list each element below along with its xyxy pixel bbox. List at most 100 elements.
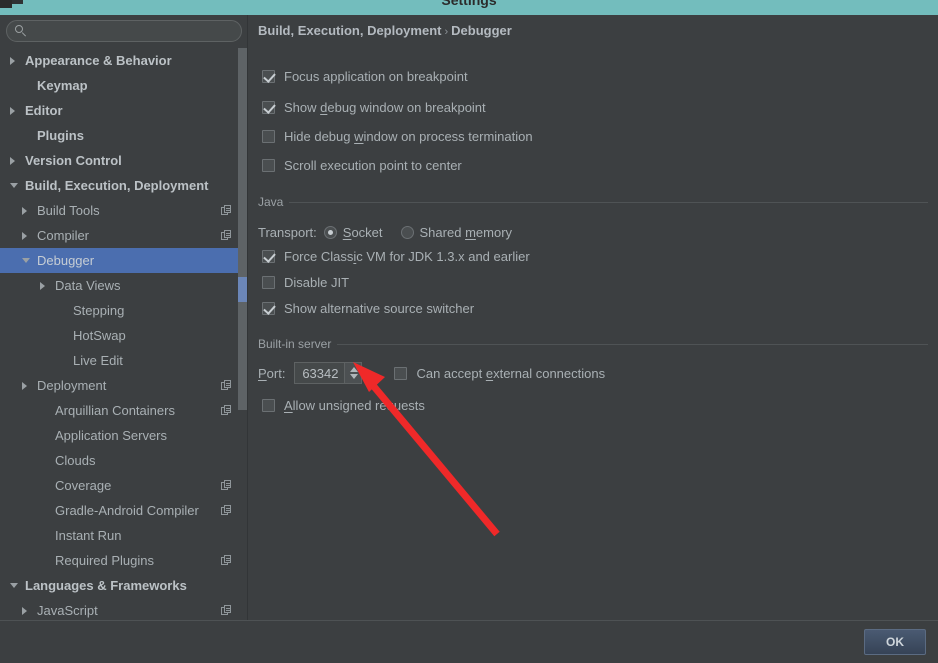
checkbox-scroll-execution-point-to-center[interactable]: Scroll execution point to center (262, 158, 462, 173)
checkbox-label: Scroll execution point to center (284, 158, 462, 173)
chevron-right-icon[interactable] (40, 281, 45, 290)
sidebar-item-label: Data Views (55, 278, 121, 293)
sidebar-item-compiler[interactable]: Compiler (0, 223, 247, 248)
group-header-builtin-server: Built-in server (258, 337, 928, 351)
breadcrumb-root[interactable]: Build, Execution, Deployment (258, 23, 441, 38)
sidebar-item-label: Keymap (37, 78, 88, 93)
radio-shared-memory[interactable] (400, 226, 414, 239)
chevron-right-icon[interactable] (22, 231, 27, 240)
checkbox-focus-application-on-breakpoint[interactable]: Focus application on breakpoint (262, 69, 468, 84)
search-field-wrapper[interactable] (6, 20, 242, 42)
search-box[interactable] (6, 20, 242, 42)
search-icon (15, 25, 28, 38)
sidebar-item-build-execution-deployment[interactable]: Build, Execution, Deployment (0, 173, 247, 198)
checkbox-box[interactable] (262, 130, 275, 143)
sidebar-item-version-control[interactable]: Version Control (0, 148, 247, 173)
sidebar-item-label: Editor (25, 103, 63, 118)
checkbox-hide-debug-window-on-process-termination[interactable]: Hide debug window on process termination (262, 129, 533, 144)
window-corner-decoration-2 (12, 0, 23, 4)
module-copy-icon (221, 405, 232, 416)
checkbox-allow-unsigned-requests[interactable]: Allow unsigned requests (262, 398, 425, 413)
sidebar-item-editor[interactable]: Editor (0, 98, 247, 123)
port-spinner[interactable]: 63342 (294, 362, 363, 384)
sidebar-item-label: Required Plugins (55, 553, 155, 568)
chevron-right-icon[interactable] (22, 206, 27, 215)
transport-label: Transport: (258, 225, 317, 240)
group-divider (337, 343, 928, 345)
chevron-right-icon[interactable] (10, 56, 15, 65)
chevron-right-icon[interactable] (10, 156, 15, 165)
checkbox-show-alternative-source-switcher[interactable]: Show alternative source switcher (262, 301, 474, 316)
chevron-down-icon[interactable] (10, 183, 18, 188)
module-copy-icon (221, 605, 232, 616)
sidebar-item-application-servers[interactable]: Application Servers (0, 423, 247, 448)
sidebar-scrollbar-thumb[interactable] (238, 277, 247, 302)
ok-button[interactable]: OK (864, 629, 926, 655)
sidebar-item-label: Live Edit (73, 353, 123, 368)
group-divider (289, 201, 928, 203)
spinner-buttons[interactable] (344, 363, 362, 383)
checkbox-box[interactable] (262, 276, 275, 289)
checkbox-box[interactable] (262, 250, 275, 263)
sidebar-item-label: Coverage (55, 478, 112, 493)
settings-dialog: Settings Appearance & Behavior Keymap Edit… (0, 0, 938, 663)
sidebar-item-javascript[interactable]: JavaScript (0, 598, 247, 620)
sidebar-item-label: HotSwap (73, 328, 126, 343)
checkbox-disable-jit[interactable]: Disable JIT (262, 275, 349, 290)
checkbox-box[interactable] (262, 101, 275, 114)
group-header-java: Java (258, 195, 928, 209)
checkbox-force-classic-vm[interactable]: Force Classic VM for JDK 1.3.x and earli… (262, 249, 530, 264)
sidebar-item-label: Stepping (73, 303, 125, 318)
search-input[interactable] (33, 21, 231, 41)
window-titlebar: Settings (0, 0, 938, 15)
breadcrumb-leaf: Debugger (451, 23, 512, 38)
window-corner-decoration (0, 0, 12, 8)
module-copy-icon (221, 205, 232, 216)
sidebar-item-keymap[interactable]: Keymap (0, 73, 247, 98)
sidebar-item-label: Compiler (37, 228, 90, 243)
port-row: Port: 63342 Can accept external connecti… (258, 362, 605, 384)
checkbox-can-accept-external-connections[interactable] (394, 366, 408, 380)
radio-socket-label: Socket (342, 225, 383, 240)
sidebar-item-instant-run[interactable]: Instant Run (0, 523, 247, 548)
checkbox-box[interactable] (262, 70, 275, 83)
settings-tree[interactable]: Appearance & Behavior Keymap Editor Plugins… (0, 48, 247, 620)
sidebar-item-stepping[interactable]: Stepping (0, 298, 247, 323)
sidebar-item-gradle-android-compiler[interactable]: Gradle-Android Compiler (0, 498, 247, 523)
sidebar-item-label: Debugger (37, 253, 95, 268)
checkbox-show-debug-window-on-breakpoint[interactable]: Show debug window on breakpoint (262, 100, 486, 115)
sidebar-item-clouds[interactable]: Clouds (0, 448, 247, 473)
chevron-up-icon[interactable] (350, 367, 359, 372)
sidebar-item-hotswap[interactable]: HotSwap (0, 323, 247, 348)
sidebar-item-label: Instant Run (55, 528, 122, 543)
sidebar-item-languages-frameworks[interactable]: Languages & Frameworks (0, 573, 247, 598)
sidebar-item-arquillian-containers[interactable]: Arquillian Containers (0, 398, 247, 423)
sidebar-scrollbar-track[interactable] (238, 48, 247, 410)
sidebar-item-required-plugins[interactable]: Required Plugins (0, 548, 247, 573)
sidebar-item-appearance-behavior[interactable]: Appearance & Behavior (0, 48, 247, 73)
sidebar-item-data-views[interactable]: Data Views (0, 273, 247, 298)
radio-socket[interactable] (323, 226, 337, 239)
chevron-down-icon[interactable] (10, 583, 18, 588)
checkbox-box[interactable] (262, 302, 275, 315)
sidebar-item-live-edit[interactable]: Live Edit (0, 348, 247, 373)
module-copy-icon (221, 380, 232, 391)
port-value[interactable]: 63342 (295, 366, 344, 381)
chevron-right-icon[interactable] (22, 381, 27, 390)
sidebar-item-plugins[interactable]: Plugins (0, 123, 247, 148)
port-label: Port: (258, 365, 286, 381)
sidebar-item-debugger[interactable]: Debugger (0, 248, 247, 273)
chevron-right-icon[interactable] (22, 606, 27, 615)
module-copy-icon (221, 505, 232, 516)
breadcrumb-separator-icon: › (444, 26, 449, 38)
sidebar-item-deployment[interactable]: Deployment (0, 373, 247, 398)
chevron-down-icon[interactable] (22, 258, 30, 263)
chevron-right-icon[interactable] (10, 106, 15, 115)
chevron-down-icon[interactable] (350, 374, 359, 379)
checkbox-box[interactable] (262, 159, 275, 172)
checkbox-label: Show alternative source switcher (284, 301, 475, 316)
sidebar-item-coverage[interactable]: Coverage (0, 473, 247, 498)
checkbox-box[interactable] (262, 399, 275, 412)
sidebar-item-label: Version Control (25, 153, 122, 168)
sidebar-item-build-tools[interactable]: Build Tools (0, 198, 247, 223)
